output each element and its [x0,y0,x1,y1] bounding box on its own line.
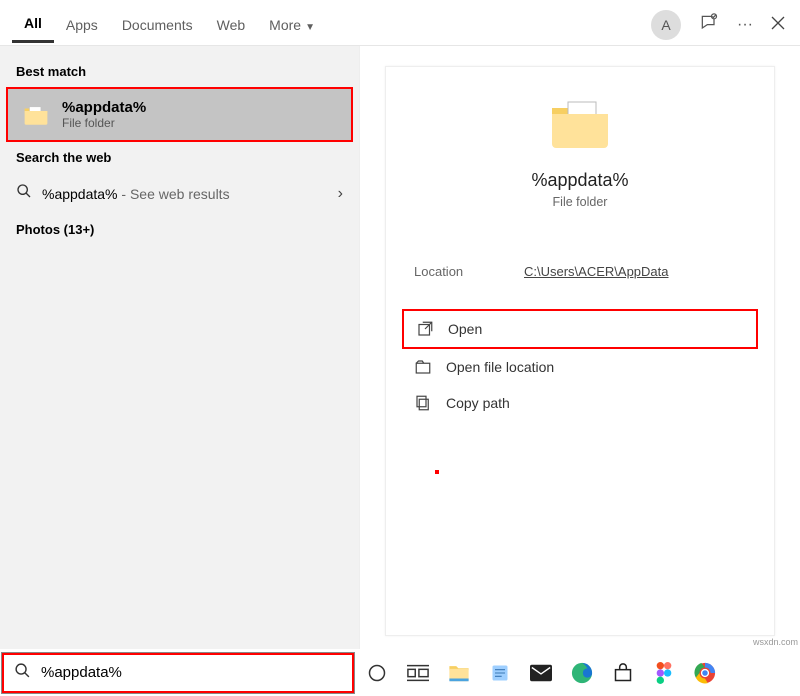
action-open-location-label: Open file location [446,359,554,375]
preview-subtitle: File folder [386,195,774,209]
location-row: Location C:\Users\ACER\AppData [414,264,746,279]
cortana-icon[interactable] [366,662,388,684]
action-copy-path-label: Copy path [446,395,510,411]
chevron-down-icon: ▼ [305,22,315,33]
tab-documents[interactable]: Documents [110,4,205,42]
web-result[interactable]: %appdata% - See web results › [0,173,359,214]
more-icon[interactable]: ··· [737,16,753,34]
action-open[interactable]: Open [402,309,758,349]
taskbar-search[interactable] [2,653,354,693]
taskbar [0,649,800,696]
best-match-label: Best match [0,56,359,87]
figma-icon[interactable] [653,662,675,684]
web-result-suffix: - See web results [118,186,230,202]
file-explorer-icon[interactable] [448,662,470,684]
chevron-right-icon: › [338,185,343,203]
result-subtitle: File folder [62,116,146,130]
search-filter-tabs: All Apps Documents Web More▼ A ··· [0,0,800,46]
notepad-icon[interactable] [489,662,511,684]
search-icon [16,183,32,204]
edge-icon[interactable] [571,662,593,684]
action-open-location[interactable]: Open file location [402,349,758,385]
preview-folder-icon [386,92,774,156]
result-title: %appdata% [62,99,146,116]
copy-path-icon [414,394,432,412]
mail-icon[interactable] [530,662,552,684]
preview-pane: %appdata% File folder Location C:\Users\… [385,66,775,636]
folder-icon [22,101,50,129]
tab-apps[interactable]: Apps [54,4,110,42]
store-icon[interactable] [612,662,634,684]
open-icon [416,320,434,338]
tab-more[interactable]: More▼ [257,4,327,42]
tab-all[interactable]: All [12,2,54,43]
preview-pane-wrap: %appdata% File folder Location C:\Users\… [360,46,800,649]
task-view-icon[interactable] [407,662,429,684]
location-label: Location [414,264,494,279]
photos-label[interactable]: Photos (13+) [0,214,359,245]
user-avatar[interactable]: A [651,10,681,40]
action-copy-path[interactable]: Copy path [402,385,758,421]
best-match-result[interactable]: %appdata% File folder [6,87,353,142]
search-input[interactable] [41,664,342,681]
action-open-label: Open [448,321,482,337]
search-results-area: Best match %appdata% File folder Search … [0,46,800,649]
web-result-term: %appdata% [42,186,118,202]
chrome-icon[interactable] [694,662,716,684]
close-icon[interactable] [771,16,785,35]
taskbar-tray [366,662,716,684]
tab-web[interactable]: Web [205,4,258,42]
results-list: Best match %appdata% File folder Search … [0,46,360,649]
open-location-icon [414,358,432,376]
search-icon [14,662,31,684]
feedback-icon[interactable] [699,13,719,38]
watermark: wsxdn.com [753,637,798,647]
search-web-label: Search the web [0,142,359,173]
annotation-dot [435,470,439,474]
preview-title: %appdata% [386,170,774,191]
location-path[interactable]: C:\Users\ACER\AppData [524,264,669,279]
